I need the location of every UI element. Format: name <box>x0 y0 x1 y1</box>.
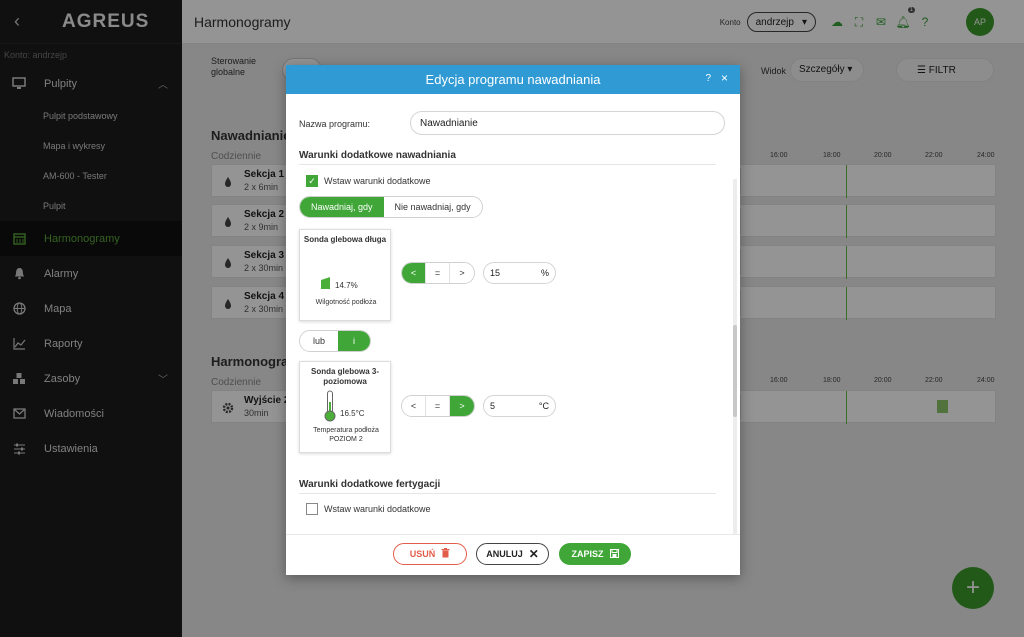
modal-header: Edycja programu nawadniania ? × <box>286 65 740 94</box>
checkbox-checked-icon[interactable]: ✓ <box>306 175 318 187</box>
save-button[interactable]: ZAPISZ <box>559 543 631 565</box>
less-than-button[interactable]: < <box>402 263 426 283</box>
divider <box>299 493 716 494</box>
sensor-card-3level-probe[interactable]: Sonda glebowa 3-poziomowa 16.5°C Tempera… <box>299 361 391 453</box>
logic-or-button[interactable]: lub <box>300 331 339 351</box>
threshold-input-2[interactable]: 5 °C <box>483 395 556 417</box>
help-icon[interactable]: ? <box>705 73 711 84</box>
threshold-input-1[interactable]: 15 % <box>483 262 556 284</box>
irrigation-conditions-header: Warunki dodatkowe nawadniania <box>299 150 456 161</box>
cancel-button[interactable]: ANULUJ ✕ <box>476 543 549 565</box>
logic-toggle: lub i <box>299 330 372 352</box>
logic-and-button[interactable]: i <box>338 331 371 351</box>
fertigation-conditions-checkbox-row[interactable]: Wstaw warunki dodatkowe <box>306 503 431 515</box>
close-icon: ✕ <box>528 547 539 561</box>
modal-footer: USUŃ ANULUJ ✕ ZAPISZ <box>286 534 740 575</box>
program-name-label: Nazwa programu: <box>299 119 371 129</box>
delete-button[interactable]: USUŃ <box>393 543 467 565</box>
greater-than-button[interactable]: > <box>450 396 474 416</box>
divider <box>299 164 716 165</box>
tab-water-when[interactable]: Nawadniaj, gdy <box>300 197 384 217</box>
tab-no-water-when[interactable]: Nie nawadniaj, gdy <box>383 197 482 217</box>
irrigation-program-modal: Edycja programu nawadniania ? × Nazwa pr… <box>286 65 740 575</box>
fertigation-conditions-header: Warunki dodatkowe fertygacji <box>299 479 441 490</box>
equals-button[interactable]: = <box>426 263 450 283</box>
condition-mode-toggle: Nawadniaj, gdy Nie nawadniaj, gdy <box>299 196 483 218</box>
less-than-button[interactable]: < <box>402 396 426 416</box>
close-icon[interactable]: × <box>721 71 728 85</box>
modal-body: Nazwa programu: Nawadnianie Warunki doda… <box>286 94 740 534</box>
modal-scrollbar[interactable] <box>733 179 737 534</box>
comparator-1: < = > <box>401 262 475 284</box>
thermometer-icon <box>324 390 336 427</box>
comparator-2: < = > <box>401 395 475 417</box>
moisture-level-icon <box>321 276 330 294</box>
greater-than-button[interactable]: > <box>450 263 474 283</box>
checkbox-unchecked-icon[interactable] <box>306 503 318 515</box>
scrollbar-thumb[interactable] <box>733 325 737 417</box>
save-disk-icon <box>609 548 619 560</box>
modal-title: Edycja programu nawadniania <box>425 72 601 87</box>
sensor-card-long-probe[interactable]: Sonda glebowa długa 14.7% Wilgotność pod… <box>299 229 391 321</box>
irrigation-conditions-checkbox-row[interactable]: ✓ Wstaw warunki dodatkowe <box>306 175 431 187</box>
equals-button[interactable]: = <box>426 396 450 416</box>
trash-icon <box>441 548 450 560</box>
program-name-input[interactable]: Nawadnianie <box>410 111 725 135</box>
